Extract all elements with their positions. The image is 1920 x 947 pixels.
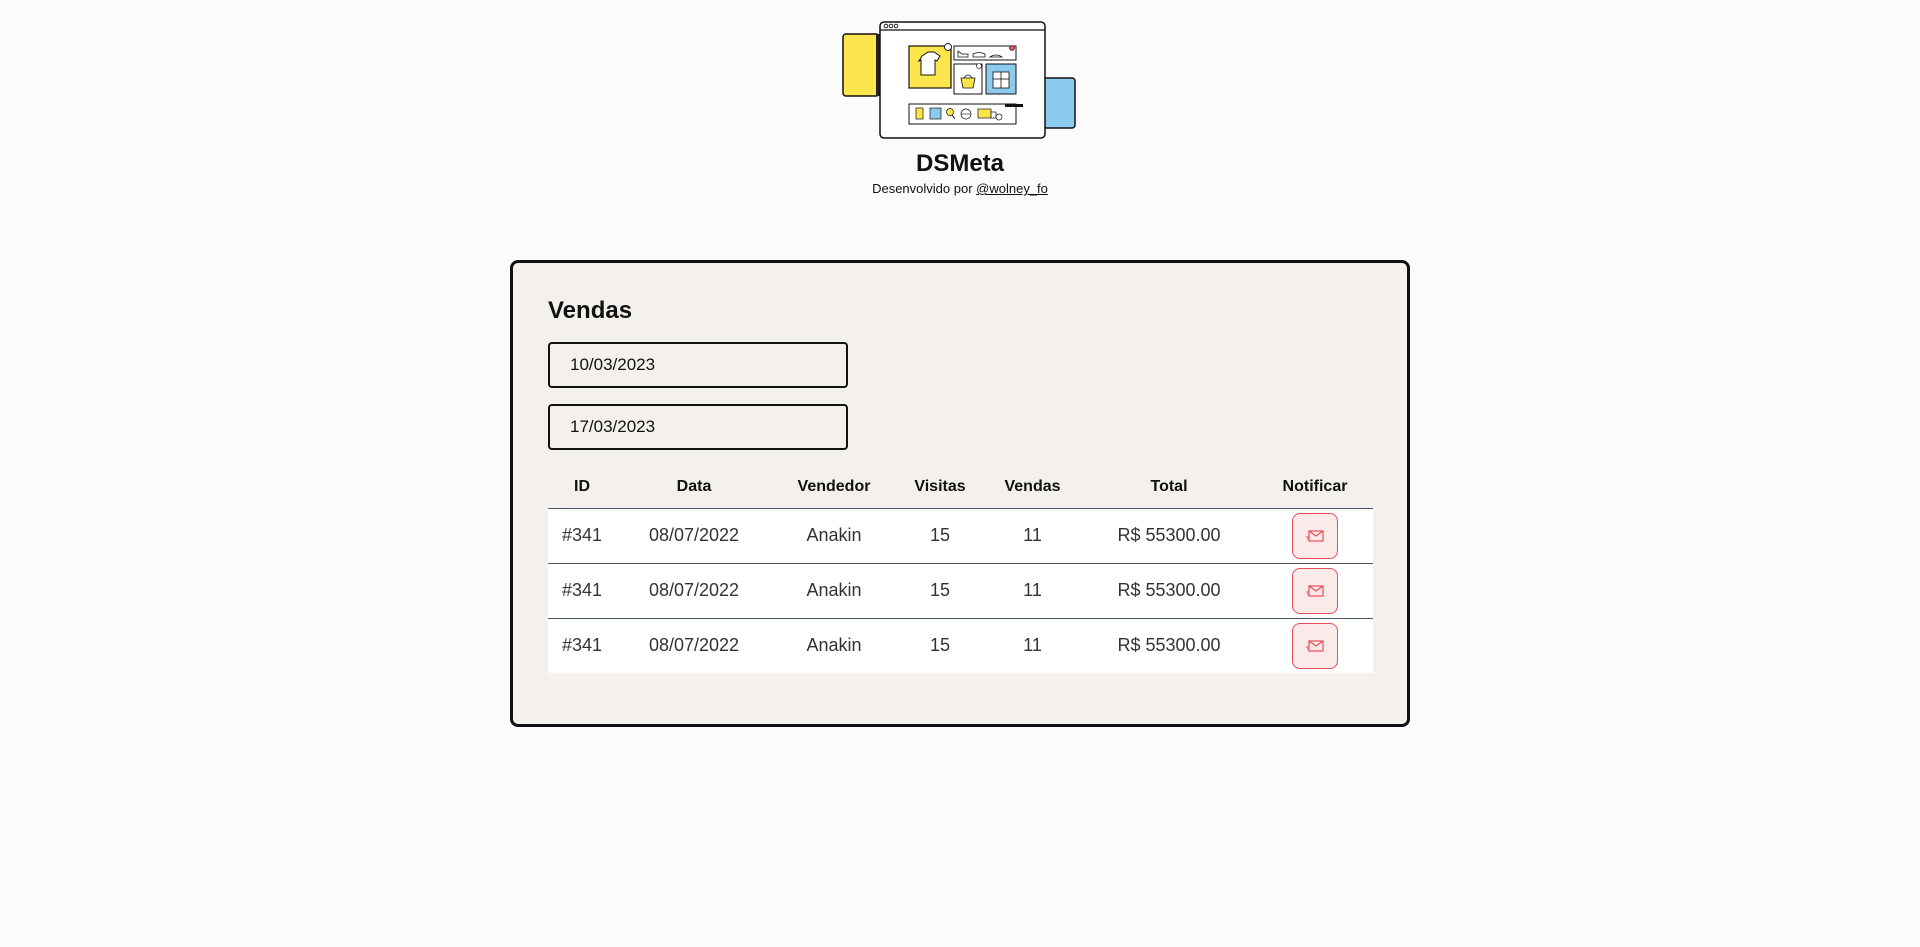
cell-id: #341	[548, 618, 616, 673]
cell-total: R$ 55300.00	[1081, 618, 1257, 673]
cell-visits: 15	[896, 508, 984, 564]
column-header-total: Total	[1081, 466, 1257, 509]
min-date-input[interactable]	[548, 342, 848, 388]
cell-seller: Anakin	[772, 508, 896, 564]
notify-button[interactable]	[1292, 512, 1338, 559]
app-header: DSMeta Desenvolvido por @wolney_fo	[0, 20, 1920, 197]
column-header-id: ID	[548, 466, 616, 509]
cell-seller: Anakin	[772, 618, 896, 673]
table-row: #341 08/07/2022 Anakin 15 11 R$ 55300.00	[548, 563, 1373, 619]
column-header-visits: Visitas	[896, 466, 984, 509]
table-row: #341 08/07/2022 Anakin 15 11 R$ 55300.00	[548, 618, 1373, 673]
max-date-input[interactable]	[548, 404, 848, 450]
app-title: DSMeta	[915, 150, 1005, 177]
cell-total: R$ 55300.00	[1081, 508, 1257, 564]
cell-date: 08/07/2022	[616, 563, 772, 619]
cell-visits: 15	[896, 618, 984, 673]
cell-total: R$ 55300.00	[1081, 563, 1257, 619]
envelope-icon	[1306, 529, 1324, 542]
envelope-icon	[1306, 584, 1324, 597]
table-row: #341 08/07/2022 Anakin 15 11 R$ 55300.00	[548, 508, 1373, 564]
cell-date: 08/07/2022	[616, 618, 772, 673]
cell-seller: Anakin	[772, 563, 896, 619]
sales-title: Vendas	[548, 297, 633, 324]
cell-id: #341	[548, 508, 616, 564]
cell-sales: 11	[984, 563, 1081, 619]
column-header-notify: Notificar	[1257, 466, 1373, 509]
column-header-seller: Vendedor	[772, 466, 896, 509]
shop-illustration-icon	[842, 21, 1076, 139]
subtitle-prefix: Desenvolvido por	[872, 181, 973, 196]
cell-sales: 11	[984, 508, 1081, 564]
cell-id: #341	[548, 563, 616, 619]
sales-table: ID Data Vendedor Visitas Vendas Total No…	[548, 466, 1373, 673]
cell-date: 08/07/2022	[616, 508, 772, 564]
notify-button[interactable]	[1292, 567, 1338, 614]
envelope-icon	[1306, 640, 1324, 652]
notify-button[interactable]	[1292, 622, 1338, 669]
column-header-date: Data	[616, 466, 772, 509]
cell-sales: 11	[984, 618, 1081, 673]
sales-card: Vendas ID Data Vendedor Visitas Vendas T…	[510, 260, 1410, 727]
cell-notify	[1257, 508, 1373, 564]
author-link[interactable]: @wolney_fo	[976, 181, 1048, 196]
cell-notify	[1257, 618, 1373, 673]
cell-visits: 15	[896, 563, 984, 619]
subtitle: Desenvolvido por @wolney_fo	[872, 181, 1048, 197]
column-header-sales: Vendas	[984, 466, 1081, 509]
table-header-row: ID Data Vendedor Visitas Vendas Total No…	[548, 466, 1373, 509]
cell-notify	[1257, 563, 1373, 619]
